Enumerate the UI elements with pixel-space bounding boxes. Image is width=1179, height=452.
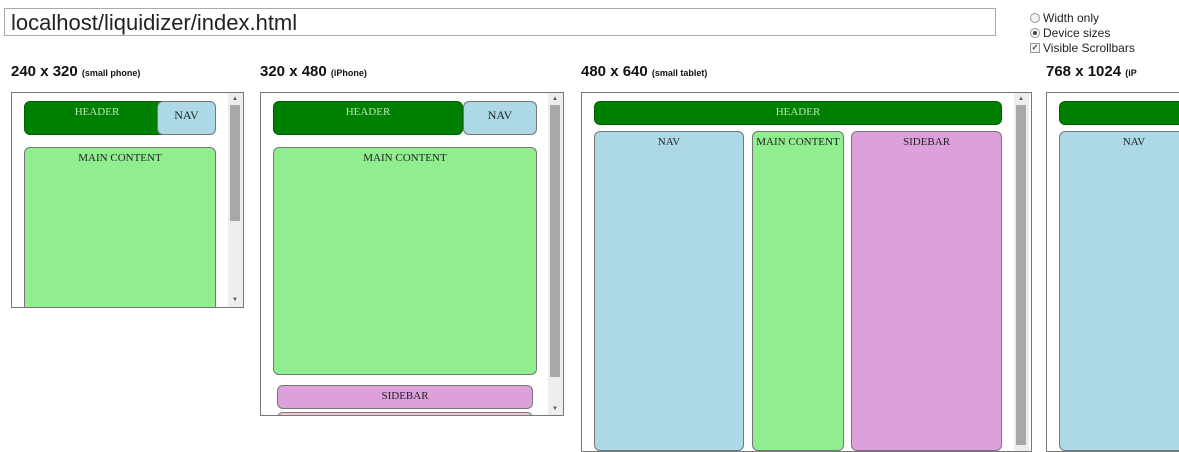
- header-region: HEADER: [24, 101, 170, 135]
- vertical-scrollbar[interactable]: ▲ ▼: [228, 93, 243, 307]
- header-region: [1059, 101, 1179, 125]
- header-region: HEADER: [594, 101, 1002, 125]
- device-title-small-phone: 240 x 320 (small phone): [11, 63, 140, 80]
- device-frame-ipad[interactable]: NAV: [1046, 92, 1179, 452]
- option-width-only[interactable]: Width only: [1030, 10, 1135, 25]
- device-frame-small-phone[interactable]: HEADER NAV MAIN CONTENT ▲ ▼: [11, 92, 244, 308]
- main-content-region: MAIN CONTENT: [273, 147, 537, 375]
- scroll-down-icon[interactable]: ▼: [232, 297, 238, 303]
- device-desc: (small tablet): [651, 68, 708, 78]
- vertical-scrollbar[interactable]: ▲: [1014, 93, 1029, 451]
- option-label: Device sizes: [1043, 25, 1111, 40]
- nav-region: NAV: [594, 131, 744, 451]
- scrollbar-thumb[interactable]: [1016, 105, 1026, 445]
- device-size: 240 x 320: [11, 63, 78, 80]
- option-label: Width only: [1043, 10, 1100, 25]
- device-desc: (iPhone): [330, 68, 367, 78]
- device-title-small-tablet: 480 x 640 (small tablet): [581, 63, 707, 80]
- scroll-down-icon[interactable]: ▼: [552, 406, 558, 412]
- scroll-up-icon[interactable]: ▲: [232, 96, 238, 102]
- option-device-sizes[interactable]: Device sizes: [1030, 25, 1135, 40]
- main-content-region: MAIN CONTENT: [24, 147, 216, 307]
- device-frame-small-tablet[interactable]: HEADER NAV MAIN CONTENT SIDEBAR ▲: [581, 92, 1032, 452]
- device-title-iphone: 320 x 480 (iPhone): [260, 63, 367, 80]
- scrollbar-thumb[interactable]: [550, 105, 560, 377]
- option-visible-scrollbars[interactable]: ✓ Visible Scrollbars: [1030, 40, 1135, 55]
- sidebar-region: SIDEBAR: [277, 385, 533, 409]
- device-frame-iphone[interactable]: HEADER NAV MAIN CONTENT SIDEBAR ▲ ▼: [260, 92, 564, 416]
- radio-selected-icon[interactable]: [1030, 27, 1040, 38]
- device-title-ipad: 768 x 1024 (iP: [1046, 63, 1137, 80]
- device-size: 320 x 480: [260, 63, 327, 80]
- scrollbar-thumb[interactable]: [230, 105, 240, 221]
- view-options: Width only Device sizes ✓ Visible Scroll…: [1030, 10, 1135, 55]
- footer-region: [277, 412, 533, 415]
- nav-region: NAV: [1059, 131, 1179, 451]
- scroll-up-icon[interactable]: ▲: [1018, 96, 1024, 102]
- device-desc: (iP: [1125, 68, 1137, 78]
- device-desc: (small phone): [81, 68, 141, 78]
- nav-region: NAV: [157, 101, 216, 135]
- main-content-region: MAIN CONTENT: [752, 131, 844, 451]
- device-size: 768 x 1024: [1046, 63, 1122, 80]
- checkbox-checked-icon[interactable]: ✓: [1030, 42, 1040, 53]
- vertical-scrollbar[interactable]: ▲ ▼: [548, 93, 563, 415]
- scroll-up-icon[interactable]: ▲: [552, 96, 558, 102]
- radio-icon[interactable]: [1030, 12, 1040, 23]
- option-label: Visible Scrollbars: [1043, 40, 1135, 55]
- device-size: 480 x 640: [581, 63, 648, 80]
- url-text: localhost/liquidizer/index.html: [11, 10, 298, 35]
- url-input[interactable]: localhost/liquidizer/index.html: [4, 8, 996, 36]
- nav-region: NAV: [463, 101, 537, 135]
- sidebar-region: SIDEBAR: [851, 131, 1002, 451]
- header-region: HEADER: [273, 101, 463, 135]
